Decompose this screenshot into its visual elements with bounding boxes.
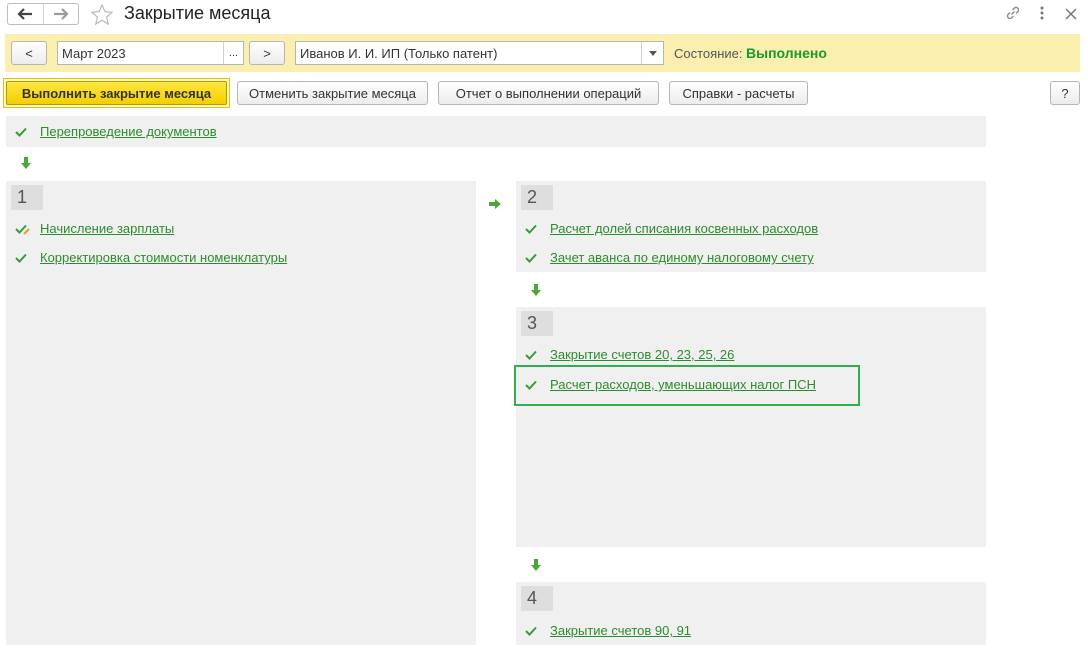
- more-vertical-icon[interactable]: [1037, 4, 1047, 22]
- checkmark-pencil-icon: [15, 224, 30, 235]
- parameters-bar: < Март 2023 ... > Иванов И. И. ИП (Тольк…: [5, 34, 1080, 72]
- stage-number: 4: [521, 586, 553, 611]
- arrow-right-icon: [53, 8, 69, 20]
- stage-number: 2: [521, 185, 553, 210]
- operation-item: Расчет долей списания косвенных расходов: [524, 221, 818, 236]
- operation-item: Начисление зарплаты: [14, 221, 174, 236]
- checkmark-icon: [15, 127, 27, 137]
- close-icon[interactable]: [1063, 4, 1079, 22]
- prev-period-button[interactable]: <: [11, 41, 47, 65]
- link-icon[interactable]: [1004, 4, 1022, 22]
- checkmark-icon: [525, 626, 537, 636]
- stage-1-panel: 1 Начисление зарплаты Корректировка стои…: [6, 181, 476, 645]
- back-button[interactable]: [8, 4, 43, 24]
- organization-dropdown-button[interactable]: [641, 42, 663, 64]
- operation-item: Закрытие счетов 90, 91: [524, 623, 691, 638]
- arrow-left-icon: [17, 8, 33, 20]
- highlight-frame: [514, 365, 860, 406]
- period-field[interactable]: Март 2023 ...: [57, 41, 244, 65]
- stage-4-panel: 4 Закрытие счетов 90, 91: [516, 582, 986, 645]
- title-bar: Закрытие месяца: [0, 0, 1088, 30]
- checkmark-icon: [525, 350, 537, 360]
- checkmark-icon: [525, 253, 537, 263]
- indirect-costs-share-link[interactable]: Расчет долей списания косвенных расходов: [550, 221, 818, 236]
- run-month-close-button[interactable]: Выполнить закрытие месяца: [6, 81, 227, 105]
- close-accounts-90-91-link[interactable]: Закрытие счетов 90, 91: [550, 623, 691, 638]
- checkmark-icon: [525, 224, 537, 234]
- status-value: Выполнено: [746, 45, 827, 61]
- payroll-calculation-link[interactable]: Начисление зарплаты: [40, 221, 174, 236]
- status-label: Состояние:: [674, 46, 743, 61]
- cancel-month-close-button[interactable]: Отменить закрытие месяца: [237, 81, 428, 105]
- operation-reposting: Перепроведение документов: [14, 124, 217, 139]
- period-select-button[interactable]: ...: [223, 42, 243, 64]
- next-period-button[interactable]: >: [249, 41, 285, 65]
- arrow-right-flow-icon: [489, 199, 501, 209]
- cost-adjustment-link[interactable]: Корректировка стоимости номенклатуры: [40, 250, 287, 265]
- advance-offset-link[interactable]: Зачет аванса по единому налоговому счету: [550, 250, 814, 265]
- star-icon[interactable]: [90, 3, 114, 27]
- operation-item: Корректировка стоимости номенклатуры: [14, 250, 287, 265]
- arrow-down-icon: [531, 284, 541, 296]
- arrow-down-icon: [531, 559, 541, 571]
- reference-calculations-button[interactable]: Справки - расчеты: [669, 81, 808, 105]
- arrow-down-icon: [21, 157, 31, 169]
- stage-3-panel: 3 Закрытие счетов 20, 23, 25, 26 Расчет …: [516, 307, 986, 547]
- reposting-panel: Перепроведение документов: [6, 116, 986, 147]
- reposting-link[interactable]: Перепроведение документов: [40, 124, 217, 139]
- operation-item: Закрытие счетов 20, 23, 25, 26: [524, 347, 734, 362]
- history-nav: [7, 3, 79, 25]
- period-value: Март 2023: [62, 45, 126, 61]
- operation-item: Зачет аванса по единому налоговому счету: [524, 250, 814, 265]
- forward-button[interactable]: [42, 4, 79, 24]
- operations-report-button[interactable]: Отчет о выполнении операций: [438, 81, 659, 105]
- stage-2-panel: 2 Расчет долей списания косвенных расход…: [516, 181, 986, 272]
- organization-value: Иванов И. И. ИП (Только патент): [300, 45, 498, 61]
- organization-field[interactable]: Иванов И. И. ИП (Только патент): [295, 41, 664, 65]
- close-accounts-20-26-link[interactable]: Закрытие счетов 20, 23, 25, 26: [550, 347, 734, 362]
- stage-number: 1: [11, 185, 43, 210]
- stage-number: 3: [521, 311, 553, 336]
- primary-button-focus: Выполнить закрытие месяца: [3, 78, 230, 108]
- page-title: Закрытие месяца: [124, 3, 271, 23]
- command-bar: Выполнить закрытие месяца Отменить закры…: [0, 76, 1088, 116]
- checkmark-icon: [15, 253, 27, 263]
- chevron-down-icon: [648, 50, 657, 56]
- help-button[interactable]: ?: [1050, 81, 1080, 105]
